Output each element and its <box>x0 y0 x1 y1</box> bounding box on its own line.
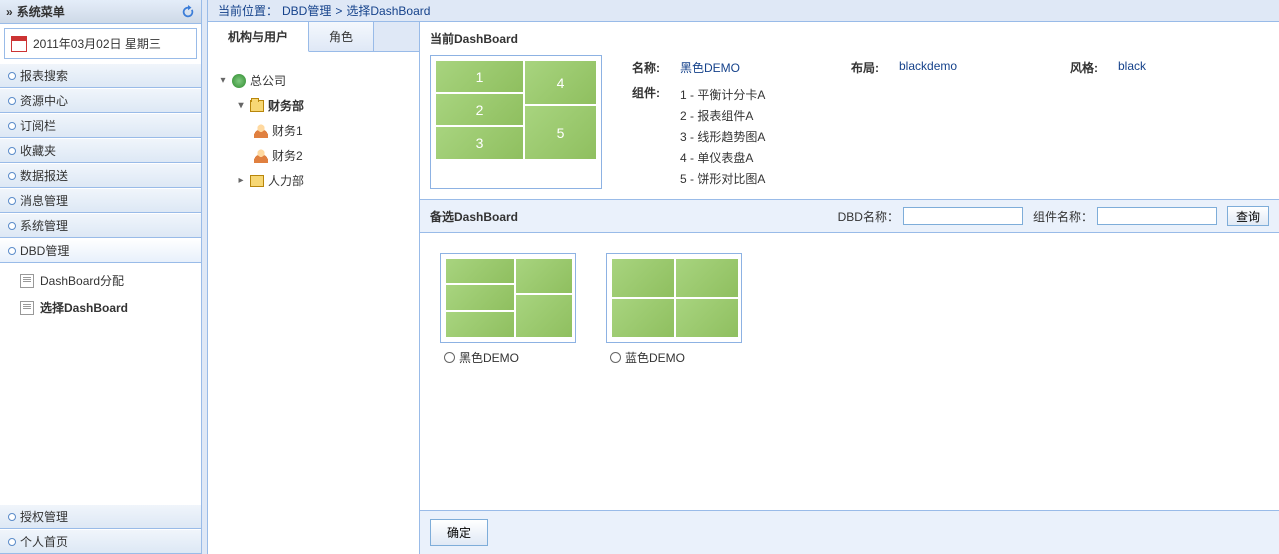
page-icon <box>20 301 34 315</box>
backup-header: 备选DashBoard DBD名称： 组件名称： 查询 <box>420 200 1279 233</box>
tree-root[interactable]: ▾ 总公司 <box>218 68 409 93</box>
menu-icon: » <box>6 5 13 19</box>
backup-title: 备选DashBoard <box>430 208 828 225</box>
menu-data-submit[interactable]: 数据报送 <box>0 163 201 188</box>
component-name-input[interactable] <box>1097 207 1217 225</box>
tree-node-finance[interactable]: ▾ 财务部 <box>236 93 409 118</box>
org-tree: ▾ 总公司 ▾ 财务部 财务1 <box>208 52 419 209</box>
refresh-icon[interactable] <box>181 5 195 19</box>
folder-open-icon <box>250 100 264 112</box>
menu-message-mgmt[interactable]: 消息管理 <box>0 188 201 213</box>
dbd-name-input[interactable] <box>903 207 1023 225</box>
breadcrumb: 当前位置： DBD管理 > 选择DashBoard <box>208 0 1279 22</box>
menu-personal-home[interactable]: 个人首页 <box>0 529 201 554</box>
date-display: 2011年03月02日 星期三 <box>4 28 197 59</box>
confirm-button[interactable]: 确定 <box>430 519 488 546</box>
backup-list: 黑色DEMO <box>420 233 1279 510</box>
tabs: 机构与用户 角色 <box>208 22 419 52</box>
date-text: 2011年03月02日 星期三 <box>33 35 161 52</box>
menu-list: 报表搜索 资源中心 订阅栏 收藏夹 数据报送 消息管理 系统管理 DBD管理 D… <box>0 63 201 325</box>
menu-auth-mgmt[interactable]: 授权管理 <box>0 504 201 529</box>
submenu-dashboard-assign[interactable]: DashBoard分配 <box>0 267 201 294</box>
radio-icon[interactable] <box>444 352 455 363</box>
search-button[interactable]: 查询 <box>1227 206 1269 226</box>
sidebar-title: 系统菜单 <box>17 3 65 20</box>
backup-item-label: 蓝色DEMO <box>625 349 685 366</box>
folder-icon <box>250 175 264 187</box>
menu-subscribe[interactable]: 订阅栏 <box>0 113 201 138</box>
footer: 确定 <box>420 510 1279 554</box>
layout-label: 布局: <box>851 59 879 76</box>
sidebar: » 系统菜单 2011年03月02日 星期三 报表搜索 资源中心 订阅栏 收藏夹… <box>0 0 202 554</box>
backup-item[interactable]: 黑色DEMO <box>440 253 576 490</box>
dashboard-preview: 1 4 2 3 5 <box>430 55 602 189</box>
backup-item-label: 黑色DEMO <box>459 349 519 366</box>
tab-roles[interactable]: 角色 <box>309 22 374 51</box>
style-label: 风格: <box>1070 59 1098 76</box>
menu-report-search[interactable]: 报表搜索 <box>0 63 201 88</box>
page-icon <box>20 274 34 288</box>
components-list: 1 - 平衡计分卡A 2 - 报表组件A 3 - 线形趋势图A 4 - 单仪表盘… <box>680 84 765 189</box>
dbd-name-label: DBD名称： <box>838 208 899 225</box>
menu-dbd-mgmt[interactable]: DBD管理 <box>0 238 201 263</box>
tree-node-hr[interactable]: ▸ 人力部 <box>236 168 409 193</box>
calendar-icon <box>11 36 27 52</box>
globe-icon <box>232 74 246 88</box>
current-dashboard-panel: 1 4 2 3 5 名称: 黑色DEMO 布局: blackdemo 风格: <box>420 55 1279 200</box>
collapse-icon[interactable]: ▾ <box>218 76 228 86</box>
user-icon <box>254 124 268 138</box>
component-name-label: 组件名称： <box>1033 208 1093 225</box>
menu-resource-center[interactable]: 资源中心 <box>0 88 201 113</box>
current-dashboard-title: 当前DashBoard <box>420 22 1279 55</box>
components-label: 组件: <box>632 84 660 189</box>
submenu-select-dashboard[interactable]: 选择DashBoard <box>0 294 201 321</box>
sidebar-header: » 系统菜单 <box>0 0 201 24</box>
layout-value: blackdemo <box>899 59 1050 76</box>
radio-icon[interactable] <box>610 352 621 363</box>
breadcrumb-current: 选择DashBoard <box>346 2 430 19</box>
menu-system-mgmt[interactable]: 系统管理 <box>0 213 201 238</box>
expand-icon[interactable]: ▸ <box>236 176 246 186</box>
tab-org-users[interactable]: 机构与用户 <box>208 22 309 52</box>
tree-node-user[interactable]: 财务1 <box>254 118 409 143</box>
menu-favorites[interactable]: 收藏夹 <box>0 138 201 163</box>
user-icon <box>254 149 268 163</box>
breadcrumb-link[interactable]: DBD管理 <box>282 2 331 19</box>
name-value: 黑色DEMO <box>680 59 831 76</box>
backup-item[interactable]: 蓝色DEMO <box>606 253 742 490</box>
name-label: 名称: <box>632 59 660 76</box>
style-value: black <box>1118 59 1269 76</box>
collapse-icon[interactable]: ▾ <box>236 101 246 111</box>
tree-node-user[interactable]: 财务2 <box>254 143 409 168</box>
